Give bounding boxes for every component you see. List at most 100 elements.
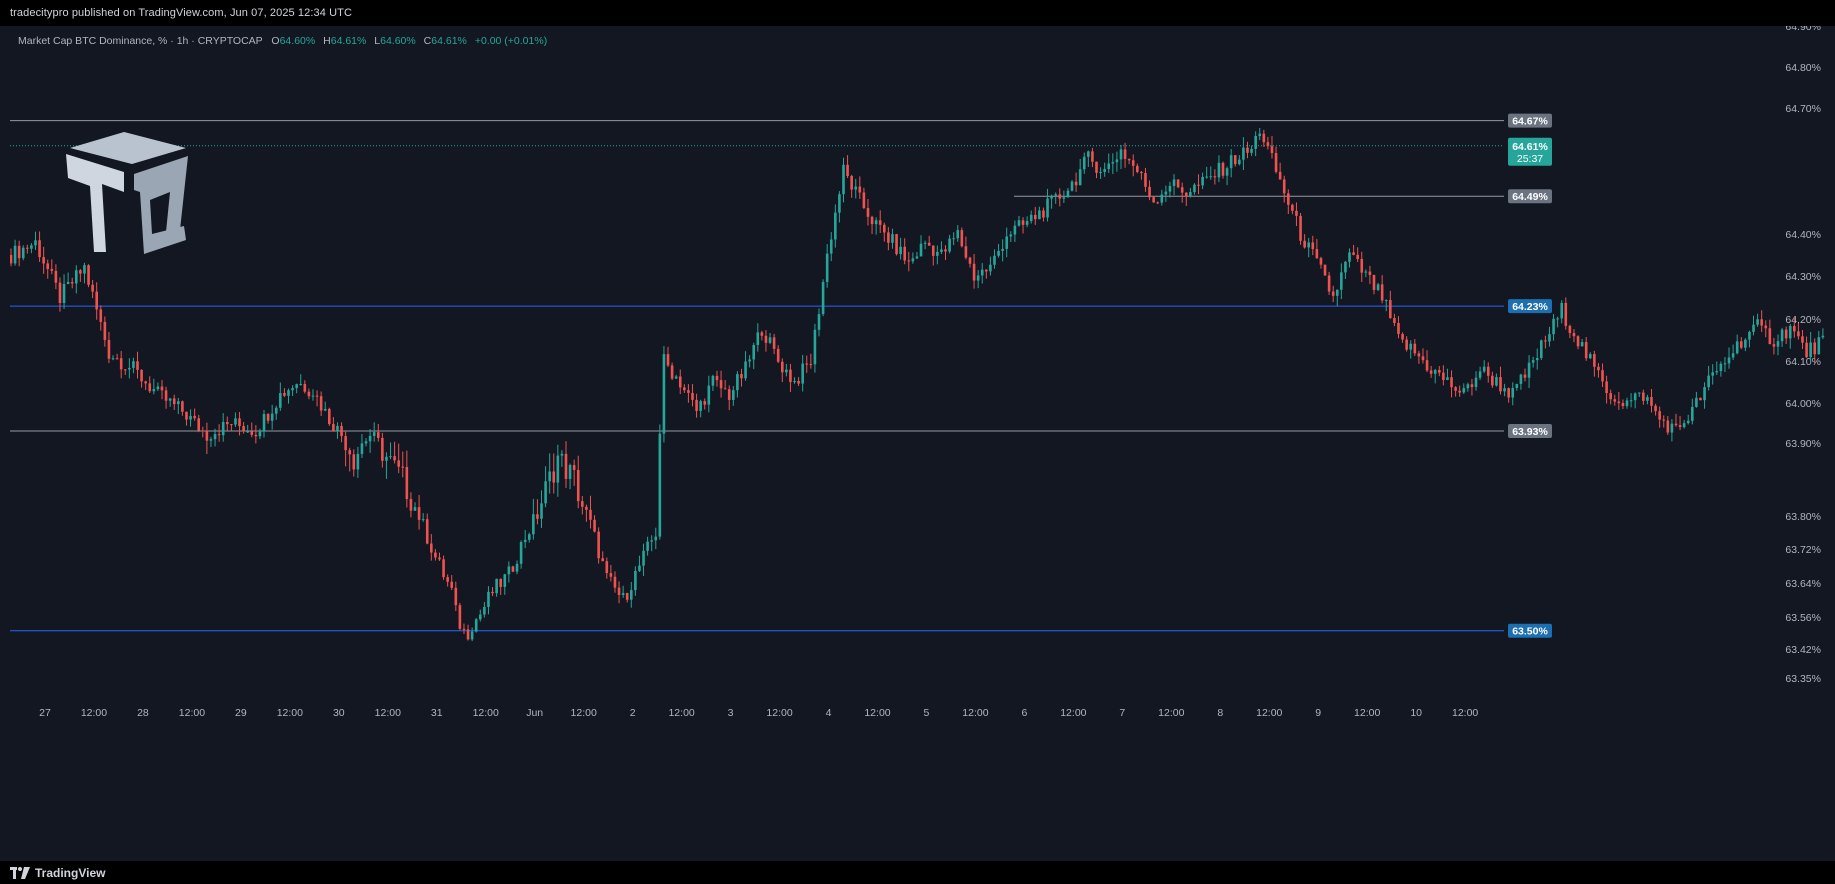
candle-body [940,249,943,252]
x-tick-label: 12:00 [81,707,107,719]
chart-area[interactable]: 64.90% 64.80% 64.70% 64.40% 64.30% 64.20% 64.1… [10,26,1825,861]
y-tick-label: 64.40% [1785,229,1821,241]
candle-body [74,270,78,284]
candle-body [821,281,825,315]
candle-body [1384,300,1388,302]
candle-body [1274,153,1278,172]
candle-body [430,543,433,553]
candle-body [299,383,303,385]
candle-body [1429,370,1433,374]
candle-body [1809,342,1812,358]
candle-body [719,380,723,389]
candle-body [678,376,682,388]
candle-body [964,246,968,258]
candle-body [279,392,282,408]
candle-body [470,631,474,640]
candle-body [507,566,511,575]
candle-body [1335,289,1339,296]
candle-body [495,578,498,594]
tradingview-brand[interactable]: TradingView [10,866,105,880]
candle-body [903,246,907,261]
candle-body [1001,248,1004,251]
candle-body [1058,194,1062,199]
candle-body [919,243,923,257]
y-tick-label: 64.90% [1785,26,1821,33]
candle-body [1042,210,1045,218]
candle-body [1658,411,1661,420]
candle-body [1793,325,1796,332]
candle-body [295,384,298,389]
candle-body [625,593,629,600]
candle-body [42,257,45,264]
candle-body [1597,366,1600,371]
candle-body [503,574,507,587]
candle-body [348,450,352,455]
legend-close-value: 64.61% [431,35,467,47]
candle-body [923,242,927,244]
candle-body [674,376,678,379]
candle-body [1348,252,1351,262]
candle-body [544,481,547,504]
candle-body [1519,374,1523,384]
candle-body [319,396,323,411]
candle-body [736,374,739,391]
candle-body [123,369,127,371]
candle-body [1580,342,1584,347]
candle-body [438,557,441,560]
candle-body [1152,197,1155,203]
candle-body [356,453,360,470]
candle-body [1180,187,1184,193]
candle-body [10,255,13,264]
candle-body [642,550,645,566]
candle-body [148,383,152,392]
candle-body [401,466,405,468]
candle-body [1074,181,1078,186]
candle-body [1136,165,1139,172]
candle-body [1605,381,1608,394]
candle-body [1629,400,1633,402]
candle-body [1144,173,1147,187]
candle-body [609,573,613,577]
candle-body [1719,363,1723,372]
candle-body [727,389,731,400]
candlestick-chart[interactable]: 64.90%64.80%64.70%64.40%64.30%64.20%64.1… [10,26,1825,861]
legend-open-label: O [271,35,280,47]
candle-body [38,240,41,258]
candle-body [785,369,788,373]
candle-body [1209,176,1213,178]
candle-body [936,251,939,256]
candle-body [842,164,845,195]
candle-body [740,374,743,379]
candle-body [874,220,878,225]
candle-body [1674,423,1678,426]
candle-body [1078,169,1082,186]
candle-body [1535,358,1539,361]
candle-body [915,256,919,259]
x-tick-label: 9 [1315,707,1321,719]
candle-body [1454,387,1457,391]
candle-body [1662,419,1666,421]
candle-body [1572,333,1576,337]
candle-body [1650,397,1653,406]
candle-body [1062,197,1066,199]
candle-body [1442,372,1445,380]
candle-body [1025,221,1029,225]
candle-body [1246,147,1249,153]
x-tick-label: 27 [39,707,51,719]
symbol-legend[interactable]: Market Cap BTC Dominance, % · 1h · CRYPT… [18,35,547,47]
candle-body [1446,377,1449,380]
candle-body [552,471,556,483]
candle-body [172,398,176,405]
y-tick-label: 63.42% [1785,644,1821,656]
candle-body [62,283,66,304]
candle-body [434,552,437,558]
candle-body [1046,198,1049,218]
y-tick-label: 63.56% [1785,612,1821,624]
candle-body [26,247,29,249]
candle-body [1478,371,1482,378]
candle-body [1433,369,1437,374]
candle-body [311,395,315,397]
x-tick-label: 8 [1217,707,1223,719]
candle-body [381,437,384,461]
candle-body [772,337,776,349]
